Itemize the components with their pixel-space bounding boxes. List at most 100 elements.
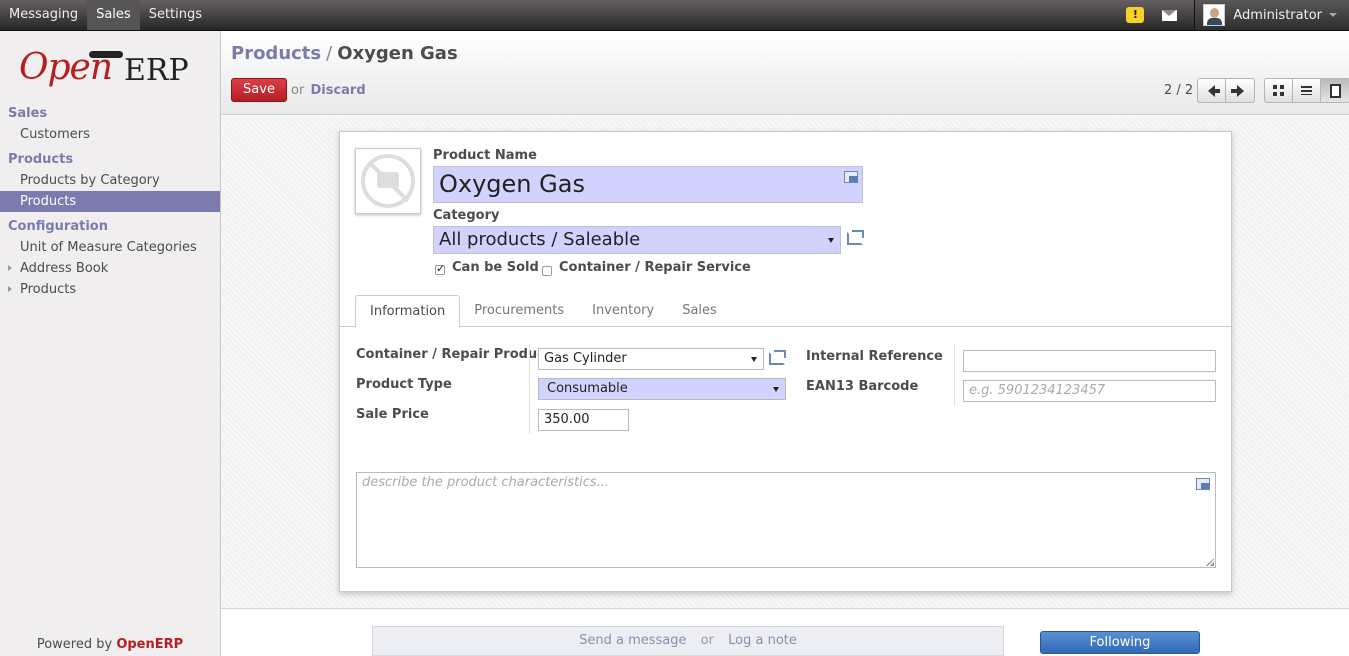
sidebar-item-config-products[interactable]: Products <box>0 279 220 300</box>
tab-information[interactable]: Information <box>355 295 461 328</box>
can-be-sold-checkbox[interactable] <box>435 262 445 275</box>
container-product-label: Container / Repair Product <box>356 347 552 362</box>
breadcrumb: Products / Oxygen Gas <box>231 43 458 64</box>
send-message-link[interactable]: Send a message <box>579 633 686 648</box>
expand-arrow-icon <box>8 286 12 292</box>
pager-value[interactable]: 2 / 2 <box>1164 83 1193 98</box>
sale-price-label: Sale Price <box>356 407 429 422</box>
translate-icon[interactable] <box>844 171 858 183</box>
discard-area: or Discard <box>291 83 366 98</box>
chevron-down-icon <box>828 238 834 243</box>
list-icon <box>1301 86 1312 95</box>
kanban-icon <box>1273 85 1284 96</box>
product-type-value: Consumable <box>547 381 628 396</box>
tab-procurements[interactable]: Procurements <box>460 295 578 326</box>
user-menu[interactable]: Administrator <box>1194 0 1349 30</box>
arrow-left-icon <box>1208 84 1220 97</box>
arrow-right-icon <box>1230 84 1244 97</box>
chevron-down-icon <box>773 387 779 392</box>
category-label: Category <box>433 208 500 223</box>
kanban-view-button[interactable] <box>1265 79 1293 102</box>
menu-sales[interactable]: Sales <box>87 0 140 30</box>
product-type-select[interactable]: Consumable <box>538 378 786 400</box>
translate-icon[interactable] <box>1196 478 1210 490</box>
discard-link[interactable]: Discard <box>310 83 365 98</box>
openerp-logo[interactable]: Open ERP <box>19 47 204 93</box>
can-be-sold-label: Can be Sold <box>452 260 539 275</box>
tab-sales[interactable]: Sales <box>668 295 731 326</box>
form-tabs: Information Procurements Inventory Sales <box>355 295 731 328</box>
sidebar-section-products: Products <box>8 152 74 167</box>
sidebar-item-products-by-category[interactable]: Products by Category <box>0 170 220 191</box>
powered-by-text: Powered by <box>36 637 113 652</box>
description-textarea[interactable]: describe the product characteristics... <box>356 472 1216 568</box>
column-separator <box>954 344 955 406</box>
tab-inventory[interactable]: Inventory <box>578 295 668 326</box>
view-header: Products / Oxygen Gas Save or Discard 2 / … <box>221 31 1349 115</box>
view-switcher <box>1264 78 1349 103</box>
product-name-input[interactable]: Oxygen Gas <box>433 166 863 203</box>
main-menu: Messaging Sales Settings <box>0 0 211 30</box>
breadcrumb-current: Oxygen Gas <box>337 43 458 64</box>
sidebar-item-uom-categories[interactable]: Unit of Measure Categories <box>0 237 220 258</box>
or-text: or <box>700 633 714 648</box>
save-button[interactable]: Save <box>231 78 287 102</box>
container-service-checkbox[interactable] <box>542 266 552 276</box>
sidebar-nav: Sales Customers Products Products by Cat… <box>0 103 220 300</box>
user-name: Administrator <box>1233 7 1322 23</box>
avatar <box>1203 4 1226 26</box>
form-sheet: Product Name Oxygen Gas Category All pro… <box>339 131 1232 592</box>
description-placeholder: describe the product characteristics... <box>362 475 610 490</box>
container-product-select[interactable]: Gas Cylinder <box>538 348 764 370</box>
internal-reference-label: Internal Reference <box>806 349 943 364</box>
sidebar-section-configuration: Configuration <box>8 219 108 234</box>
logo-erp-text: ERP <box>124 53 189 88</box>
internal-reference-input[interactable] <box>963 350 1216 372</box>
form-view-button[interactable] <box>1321 79 1349 102</box>
ean13-label: EAN13 Barcode <box>806 379 919 394</box>
sidebar-item-label: Products <box>20 282 77 297</box>
resize-handle[interactable] <box>1206 558 1214 566</box>
menu-settings[interactable]: Settings <box>140 0 211 30</box>
top-menu-bar: Messaging Sales Settings Administrator <box>0 0 1349 31</box>
chatter-composer: Send a message or Log a note <box>372 626 1004 656</box>
sidebar-item-products[interactable]: Products <box>0 191 220 212</box>
log-note-link[interactable]: Log a note <box>728 633 797 648</box>
sidebar: Open ERP Sales Customers Products Produc… <box>0 31 221 656</box>
external-link-icon[interactable] <box>769 350 786 365</box>
previous-button[interactable] <box>1198 79 1226 102</box>
no-image-icon <box>361 154 415 208</box>
product-name-label: Product Name <box>433 148 537 163</box>
pager-buttons <box>1197 78 1255 103</box>
sidebar-item-address-book[interactable]: Address Book <box>0 258 220 279</box>
following-button[interactable]: Following <box>1040 631 1200 654</box>
logo-ant-icon <box>89 51 123 58</box>
container-service-label: Container / Repair Service <box>559 260 751 275</box>
breadcrumb-separator: / <box>326 43 333 64</box>
warning-icon[interactable] <box>1126 7 1145 23</box>
user-area: Administrator <box>1126 0 1349 30</box>
form-icon <box>1329 83 1341 98</box>
or-text: or <box>291 83 305 98</box>
category-select[interactable]: All products / Saleable <box>433 226 841 254</box>
mail-icon[interactable] <box>1162 9 1178 21</box>
list-view-button[interactable] <box>1293 79 1321 102</box>
column-separator <box>529 344 530 434</box>
product-type-label: Product Type <box>356 377 452 392</box>
sidebar-section-sales: Sales <box>8 106 48 121</box>
breadcrumb-products-link[interactable]: Products <box>231 43 321 64</box>
sale-price-input[interactable]: 350.00 <box>538 409 629 431</box>
product-image[interactable] <box>355 148 421 214</box>
external-link-icon[interactable] <box>847 230 864 245</box>
ean13-input[interactable]: e.g. 5901234123457 <box>963 380 1216 402</box>
powered-by: Powered by OpenERP <box>0 637 220 652</box>
menu-messaging[interactable]: Messaging <box>0 0 87 30</box>
sidebar-item-customers[interactable]: Customers <box>0 124 220 145</box>
category-value: All products / Saleable <box>439 229 641 250</box>
expand-arrow-icon <box>8 265 12 271</box>
container-product-value: Gas Cylinder <box>544 351 627 366</box>
chevron-down-icon <box>751 357 757 362</box>
next-button[interactable] <box>1226 79 1254 102</box>
powered-by-link[interactable]: OpenERP <box>116 637 183 652</box>
chevron-down-icon <box>1329 13 1337 17</box>
